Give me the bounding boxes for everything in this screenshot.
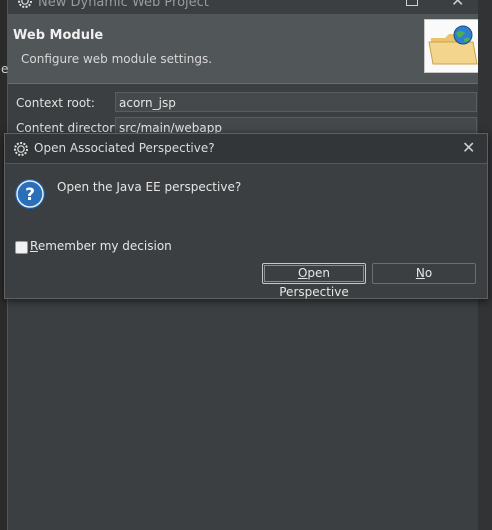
- partial-text: e: [1, 62, 9, 76]
- mnemonic-o: O: [297, 266, 308, 280]
- close-icon[interactable]: ✕: [451, 0, 464, 10]
- banner-description: Configure web module settings.: [21, 52, 213, 66]
- wizard-banner: Web Module Configure web module settings…: [8, 14, 486, 84]
- remember-decision-checkbox[interactable]: [15, 241, 28, 254]
- open-perspective-button[interactable]: Open Perspective: [262, 263, 366, 299]
- label-rest: emember my decision: [37, 239, 172, 253]
- button-label-rest: pen Perspective: [279, 266, 349, 299]
- eclipse-icon: [18, 0, 32, 8]
- open-perspective-dialog: Open Associated Perspective? ✕ ? Open th…: [4, 133, 488, 299]
- question-icon: ?: [15, 179, 45, 209]
- folder-globe-icon: [424, 19, 484, 73]
- context-root-input[interactable]: acorn_jsp: [115, 92, 477, 112]
- wizard-titlebar: New Dynamic Web Project ✕: [8, 0, 492, 14]
- close-icon[interactable]: ✕: [462, 138, 475, 157]
- svg-text:?: ?: [25, 185, 35, 205]
- maximize-icon[interactable]: [406, 0, 418, 6]
- dialog-message: Open the Java EE perspective?: [57, 180, 242, 194]
- remember-decision-label[interactable]: Remember my decision: [30, 239, 172, 253]
- dialog-title: Open Associated Perspective?: [34, 141, 215, 155]
- banner-title: Web Module: [13, 28, 104, 43]
- mnemonic-n: N: [415, 266, 425, 280]
- eclipse-icon: [14, 142, 28, 156]
- context-root-label: Context root:: [16, 96, 95, 110]
- no-button[interactable]: No: [372, 263, 476, 284]
- wizard-body: [8, 300, 486, 530]
- mnemonic-r: R: [30, 239, 38, 253]
- wizard-title: New Dynamic Web Project: [38, 0, 209, 10]
- dialog-titlebar: Open Associated Perspective? ✕: [5, 134, 487, 164]
- button-label-rest: o: [424, 266, 433, 280]
